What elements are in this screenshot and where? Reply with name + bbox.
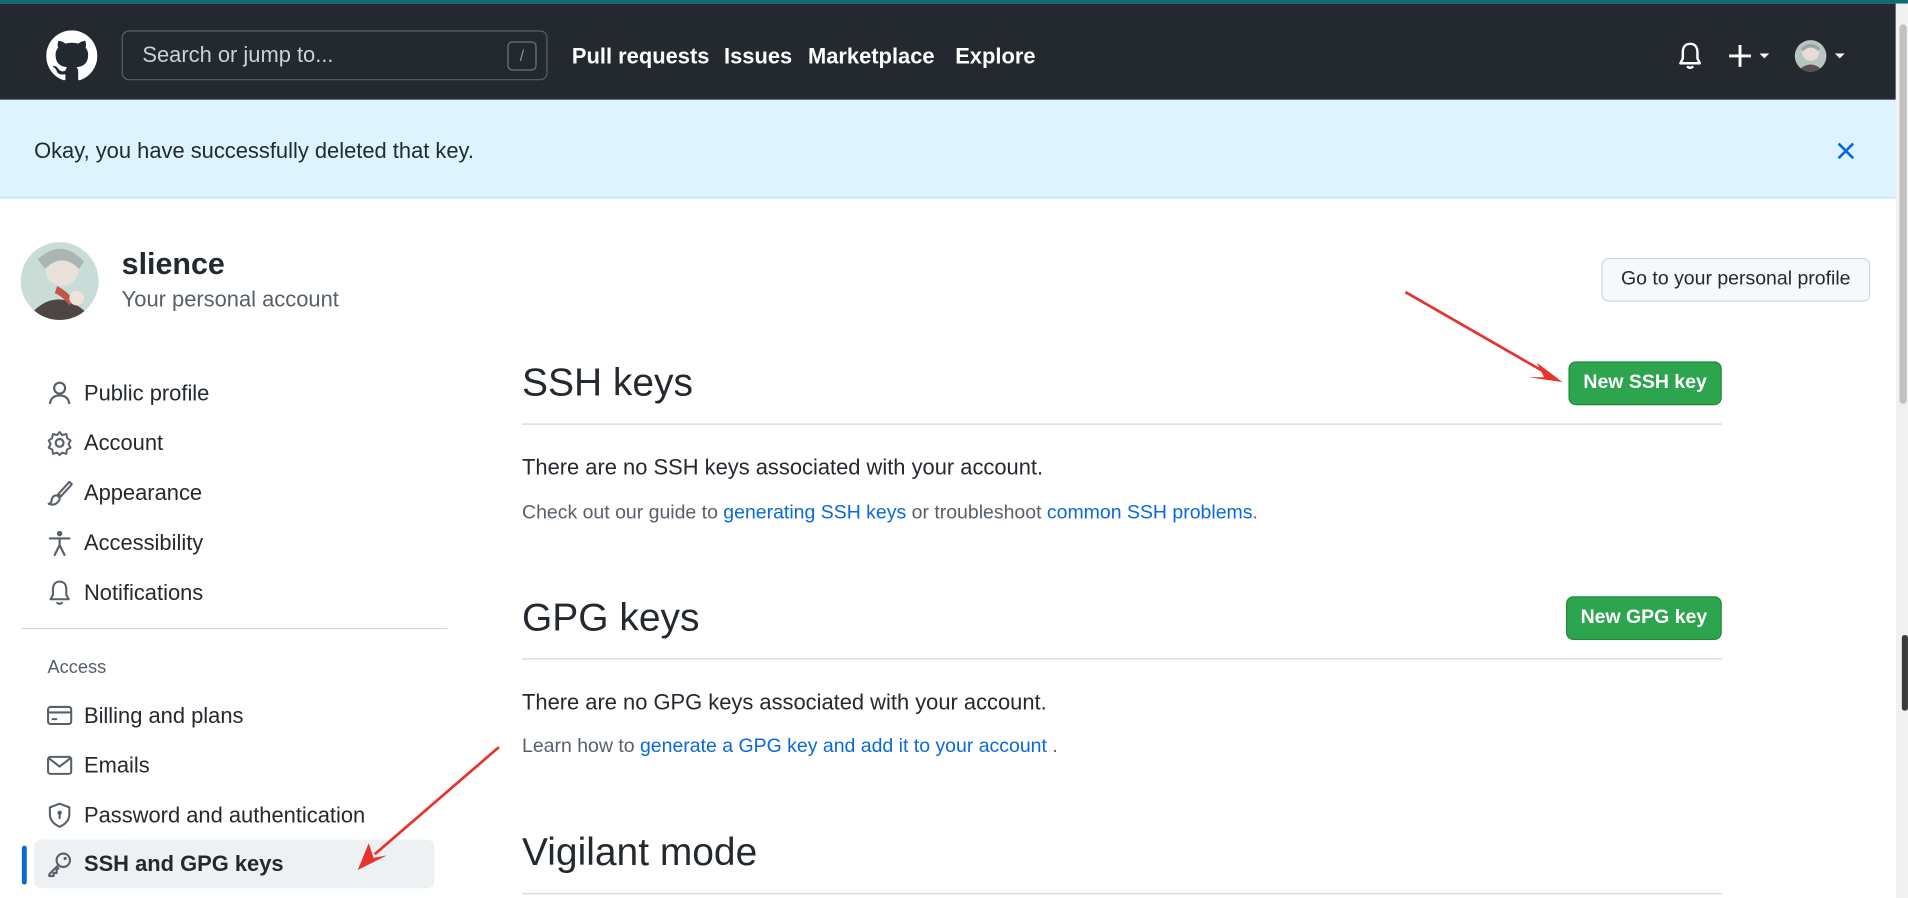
- ssh-empty-message: There are no SSH keys associated with yo…: [522, 455, 1044, 480]
- sidebar-item-password-authentication[interactable]: Password and authentication: [22, 791, 436, 840]
- nav-issues[interactable]: Issues: [724, 44, 792, 70]
- note-text: Learn how to: [522, 736, 640, 757]
- sidebar-item-label: Emails: [83, 753, 150, 778]
- section-divider: [522, 423, 1722, 425]
- new-gpg-key-button[interactable]: New GPG key: [1566, 596, 1722, 641]
- sidebar-item-label: Account: [83, 430, 164, 456]
- flash-message: Okay, you have successfully deleted that…: [34, 138, 474, 164]
- sidebar-divider: [21, 627, 448, 630]
- note-text: Check out our guide to: [522, 502, 724, 524]
- gpg-keys-heading: GPG keys: [522, 595, 700, 639]
- sidebar-item-label: Accessibility: [83, 530, 204, 555]
- user-avatar-dropdown-icon[interactable]: [1794, 39, 1850, 73]
- arrow-to-new-ssh-key: [1404, 290, 1544, 373]
- create-new-dropdown-icon[interactable]: [1728, 41, 1774, 70]
- account-subtitle: Your personal account: [121, 287, 339, 312]
- vigilant-mode-heading: Vigilant mode: [522, 829, 758, 874]
- nav-explore[interactable]: Explore: [955, 44, 1035, 70]
- search-input[interactable]: [122, 31, 547, 80]
- github-logo-icon[interactable]: [46, 30, 98, 81]
- ssh-keys-heading: SSH keys: [522, 360, 693, 404]
- search-shortcut-hint: /: [507, 41, 537, 71]
- sidebar-item-notifications[interactable]: Notifications: [22, 568, 436, 617]
- sidebar-item-label: Billing and plans: [83, 703, 244, 728]
- sidebar-item-billing[interactable]: Billing and plans: [22, 691, 436, 740]
- accessibility-icon: [48, 530, 71, 556]
- account-username[interactable]: slience: [122, 247, 225, 282]
- search-box[interactable]: /: [121, 30, 548, 81]
- arrow-head-icon: [1528, 362, 1563, 383]
- generating-ssh-keys-link[interactable]: generating SSH keys: [723, 503, 906, 524]
- mail-icon: [47, 755, 73, 775]
- gpg-empty-message: There are no GPG keys associated with yo…: [522, 689, 1047, 715]
- nav-marketplace[interactable]: Marketplace: [808, 44, 935, 70]
- nav-pull-requests[interactable]: Pull requests: [572, 44, 710, 70]
- common-ssh-problems-link[interactable]: common SSH problems: [1047, 503, 1253, 524]
- key-icon: [48, 852, 72, 878]
- sidebar-item-label: Appearance: [83, 480, 203, 505]
- gpg-help-note: Learn how to generate a GPG key and add …: [522, 736, 1058, 758]
- sidebar-item-accessibility[interactable]: Accessibility: [22, 518, 436, 567]
- paintbrush-icon: [47, 480, 73, 506]
- flash-success-banner: Okay, you have successfully deleted that…: [0, 99, 1896, 199]
- note-text: or troubleshoot: [906, 502, 1047, 524]
- sidebar-item-label: Password and authentication: [83, 803, 366, 828]
- gear-icon: [47, 430, 72, 457]
- sidebar-heading-access: Access: [47, 657, 107, 678]
- avatar: [20, 242, 99, 321]
- section-divider: [522, 893, 1722, 895]
- shield-lock-icon: [48, 802, 71, 828]
- bell-icon: [49, 580, 70, 605]
- close-icon[interactable]: [1833, 137, 1860, 164]
- sidebar-item-account[interactable]: Account: [22, 419, 436, 468]
- note-text: .: [1252, 502, 1258, 524]
- notifications-bell-icon[interactable]: [1677, 41, 1704, 70]
- note-text: .: [1046, 736, 1058, 757]
- section-divider: [522, 658, 1722, 660]
- sidebar-item-appearance[interactable]: Appearance: [22, 468, 436, 517]
- credit-card-icon: [47, 705, 73, 726]
- active-item-indicator: [21, 845, 27, 885]
- go-to-profile-button[interactable]: Go to your personal profile: [1601, 257, 1871, 302]
- sidebar-item-label: SSH and GPG keys: [83, 851, 284, 877]
- global-header: / Pull requests Issues Marketplace Explo…: [0, 3, 1896, 100]
- sidebar-item-label: Public profile: [83, 380, 210, 406]
- ssh-help-note: Check out our guide to generating SSH ke…: [522, 503, 1258, 525]
- scrollbar-thumb[interactable]: [1899, 24, 1907, 404]
- sidebar-item-ssh-gpg-keys[interactable]: SSH and GPG keys: [34, 839, 435, 889]
- sidebar-item-public-profile[interactable]: Public profile: [22, 369, 436, 418]
- generate-gpg-key-link[interactable]: generate a GPG key and add it to your ac…: [640, 736, 1047, 757]
- new-ssh-key-button[interactable]: New SSH key: [1568, 361, 1722, 406]
- sidebar-item-label: Notifications: [83, 580, 204, 605]
- sidebar-item-emails[interactable]: Emails: [22, 741, 436, 790]
- person-icon: [48, 381, 71, 405]
- scroll-position-marker: [1901, 635, 1908, 711]
